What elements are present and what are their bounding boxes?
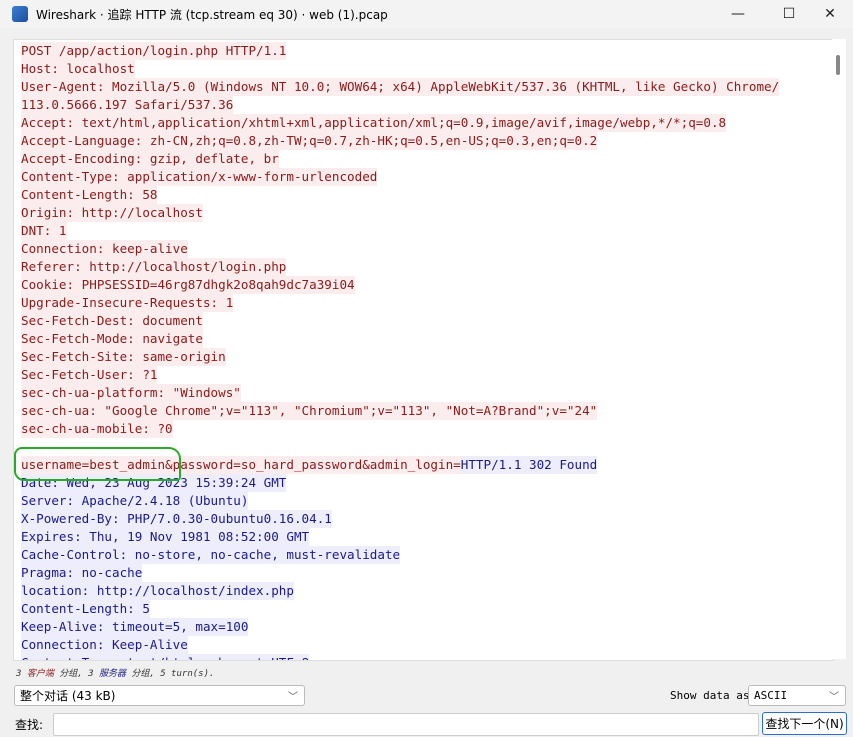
stream-line: username=best_admin&password=so_hard_pas… <box>14 456 833 474</box>
client-text: Referer: http://localhost/login.php <box>21 258 287 276</box>
stream-line: sec-ch-ua: "Google Chrome";v="113", "Chr… <box>14 402 833 420</box>
server-text: Keep-Alive: timeout=5, max=100 <box>21 618 249 636</box>
vertical-scrollbar[interactable] <box>832 39 846 659</box>
stream-line: User-Agent: Mozilla/5.0 (Windows NT 10.0… <box>14 78 833 96</box>
stream-line: Connection: Keep-Alive <box>14 636 833 654</box>
find-input[interactable] <box>53 713 759 736</box>
stream-line: Sec-Fetch-Site: same-origin <box>14 348 833 366</box>
window-title: Wireshark · 追踪 HTTP 流 (tcp.stream eq 30)… <box>36 7 388 22</box>
client-text: Sec-Fetch-Dest: document <box>21 312 203 330</box>
stream-line: 113.0.5666.197 Safari/537.36 <box>14 96 833 114</box>
client-text: Upgrade-Insecure-Requests: 1 <box>21 294 234 312</box>
chevron-down-icon: ﹀ <box>288 692 298 703</box>
conversation-select[interactable]: 整个对话 (43 kB) ﹀ <box>14 685 305 706</box>
minimize-button[interactable]: — <box>715 0 761 28</box>
find-label: 查找: <box>15 718 44 732</box>
server-text: location: http://localhost/index.php <box>21 582 294 600</box>
title-bar: Wireshark · 追踪 HTTP 流 (tcp.stream eq 30)… <box>0 0 853 28</box>
client-text: POST /app/action/login.php HTTP/1.1 <box>21 42 287 60</box>
server-text: Date: Wed, 23 Aug 2023 15:39:24 GMT <box>21 474 287 492</box>
stream-line: Sec-Fetch-Dest: document <box>14 312 833 330</box>
chevron-down-icon: ﹀ <box>829 692 839 703</box>
find-next-button[interactable]: 查找下一个(N) <box>762 712 847 735</box>
client-text: username=best_admin&password=so_hard_pas… <box>21 456 461 474</box>
stream-line: Expires: Thu, 19 Nov 1981 08:52:00 GMT <box>14 528 833 546</box>
stream-line: Date: Wed, 23 Aug 2023 15:39:24 GMT <box>14 474 833 492</box>
client-text: 113.0.5666.197 Safari/537.36 <box>21 96 234 114</box>
client-text: Content-Length: 58 <box>21 186 158 204</box>
server-text: X-Powered-By: PHP/7.0.30-0ubuntu0.16.04.… <box>21 510 332 528</box>
stream-line: Accept-Language: zh-CN,zh;q=0.8,zh-TW;q=… <box>14 132 833 150</box>
server-text: Content-Length: 5 <box>21 600 150 618</box>
stream-line: location: http://localhost/index.php <box>14 582 833 600</box>
server-text: HTTP/1.1 302 Found <box>460 456 598 474</box>
client-text: DNT: 1 <box>21 222 67 240</box>
stream-line: Host: localhost <box>14 60 833 78</box>
server-text: Server: Apache/2.4.18 (Ubuntu) <box>21 492 249 510</box>
stats-client: 客户端 <box>26 669 54 679</box>
client-text: sec-ch-ua-platform: "Windows" <box>21 384 241 402</box>
stream-line: Content-Type: text/html; charset=UTF-8 <box>14 654 833 660</box>
stats-text: 3 <box>16 669 27 679</box>
stream-line: Connection: keep-alive <box>14 240 833 258</box>
client-text: Host: localhost <box>21 60 135 78</box>
client-text: Accept: text/html,application/xhtml+xml,… <box>21 114 727 132</box>
show-data-label: Show data as <box>670 689 750 702</box>
stream-line: Cookie: PHPSESSID=46rg87dhgk2o8qah9dc7a3… <box>14 276 833 294</box>
stream-line: sec-ch-ua-platform: "Windows" <box>14 384 833 402</box>
stats-text: 分组, 5 turn(s). <box>125 669 215 679</box>
server-text: Pragma: no-cache <box>21 564 143 582</box>
stats-text: 分组, 3 <box>53 669 99 679</box>
stream-line: Referer: http://localhost/login.php <box>14 258 833 276</box>
stream-line: Pragma: no-cache <box>14 564 833 582</box>
stream-line: Server: Apache/2.4.18 (Ubuntu) <box>14 492 833 510</box>
stream-line: Sec-Fetch-Mode: navigate <box>14 330 833 348</box>
maximize-button[interactable]: ☐ <box>766 0 812 28</box>
stream-content[interactable]: POST /app/action/login.php HTTP/1.1 Host:… <box>13 39 834 661</box>
stream-line: Sec-Fetch-User: ?1 <box>14 366 833 384</box>
client-text: Content-Type: application/x-www-form-url… <box>21 168 378 186</box>
client-text: Sec-Fetch-Site: same-origin <box>21 348 226 366</box>
stream-line <box>14 438 833 456</box>
stream-line: sec-ch-ua-mobile: ?0 <box>14 420 833 438</box>
server-text: Cache-Control: no-store, no-cache, must-… <box>21 546 401 564</box>
client-text: Accept-Language: zh-CN,zh;q=0.8,zh-TW;q=… <box>21 132 598 150</box>
show-data-select-value: ASCII <box>754 689 788 702</box>
stream-line: Content-Length: 58 <box>14 186 833 204</box>
stream-line: Accept-Encoding: gzip, deflate, br <box>14 150 833 168</box>
stream-line: X-Powered-By: PHP/7.0.30-0ubuntu0.16.04.… <box>14 510 833 528</box>
client-text: Cookie: PHPSESSID=46rg87dhgk2o8qah9dc7a3… <box>21 276 355 294</box>
stream-line: Keep-Alive: timeout=5, max=100 <box>14 618 833 636</box>
conversation-select-value: 整个对话 (43 kB) <box>20 689 116 703</box>
scroll-thumb[interactable] <box>836 55 840 75</box>
client-text: sec-ch-ua-mobile: ?0 <box>21 420 173 438</box>
server-text: Content-Type: text/html; charset=UTF-8 <box>21 654 310 660</box>
stats-server: 服务器 <box>98 669 126 679</box>
stream-line: Content-Length: 5 <box>14 600 833 618</box>
client-text: User-Agent: Mozilla/5.0 (Windows NT 10.0… <box>21 78 780 96</box>
stream-line: DNT: 1 <box>14 222 833 240</box>
stream-line: Origin: http://localhost <box>14 204 833 222</box>
client-text: Sec-Fetch-Mode: navigate <box>21 330 203 348</box>
client-text: Connection: keep-alive <box>21 240 188 258</box>
client-text: sec-ch-ua: "Google Chrome";v="113", "Chr… <box>21 402 598 420</box>
server-text: Expires: Thu, 19 Nov 1981 08:52:00 GMT <box>21 528 310 546</box>
server-text: Connection: Keep-Alive <box>21 636 188 654</box>
stream-line: POST /app/action/login.php HTTP/1.1 <box>14 42 833 60</box>
client-text: Accept-Encoding: gzip, deflate, br <box>21 150 279 168</box>
show-data-select[interactable]: ASCII ﹀ <box>748 685 846 706</box>
close-button[interactable]: ✕ <box>807 0 853 28</box>
stream-line: Content-Type: application/x-www-form-url… <box>14 168 833 186</box>
stream-line: Cache-Control: no-store, no-cache, must-… <box>14 546 833 564</box>
stream-line: Accept: text/html,application/xhtml+xml,… <box>14 114 833 132</box>
wireshark-icon <box>12 6 28 22</box>
stream-stats: 3 客户端 分组, 3 服务器 分组, 5 turn(s). <box>16 666 214 679</box>
stream-line: Upgrade-Insecure-Requests: 1 <box>14 294 833 312</box>
client-text: Sec-Fetch-User: ?1 <box>21 366 158 384</box>
client-text: Origin: http://localhost <box>21 204 203 222</box>
